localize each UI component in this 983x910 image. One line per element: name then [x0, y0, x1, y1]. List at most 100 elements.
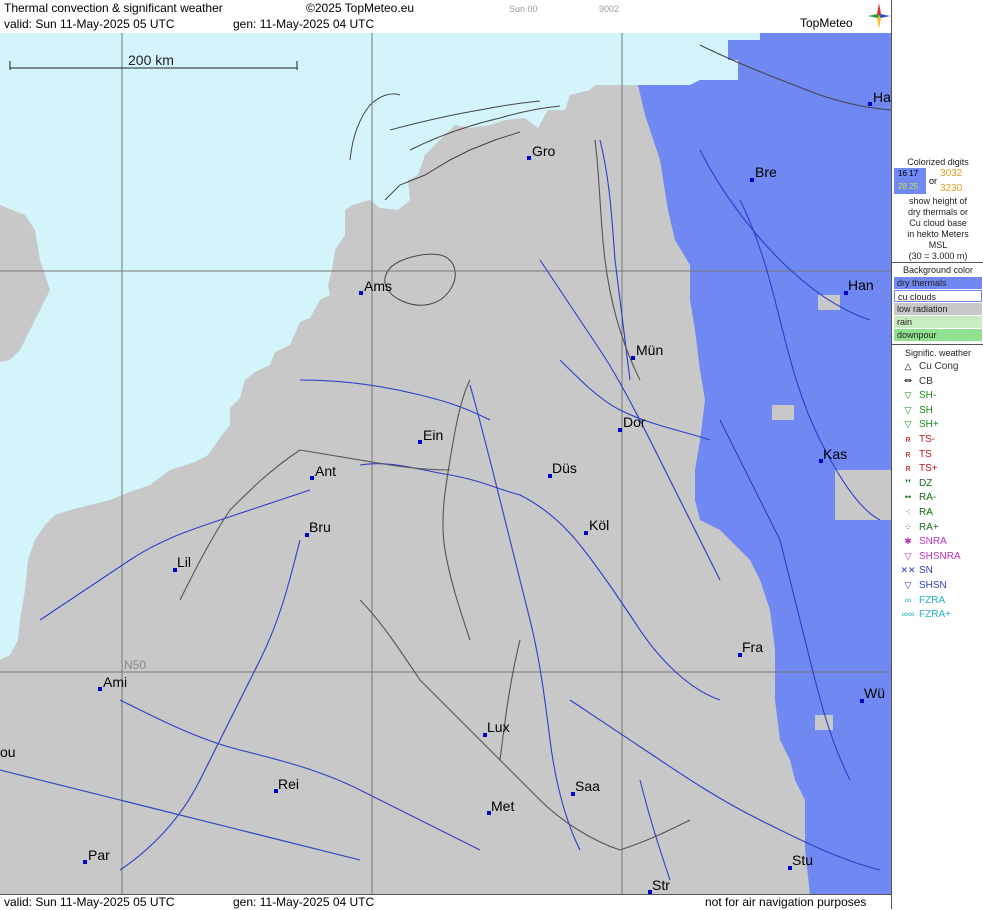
- weather-legend-label: SN: [919, 565, 933, 577]
- weather-legend-item: ▽ SHSN: [892, 579, 983, 592]
- weather-legend-item: ⏛ CB: [892, 375, 983, 388]
- weather-symbol-icon: ⏛: [903, 375, 913, 386]
- digits-swatch: 16 17 28 25: [894, 168, 926, 194]
- weather-legend-label: SH: [919, 404, 933, 416]
- weather-symbol-icon: ✕✕: [900, 565, 916, 576]
- city-marker: [527, 156, 531, 160]
- weather-legend-label: TS+: [919, 463, 938, 475]
- compass-icon: [868, 3, 890, 29]
- weather-symbol-icon: ∞: [904, 594, 912, 605]
- run-code: Sun 00: [509, 4, 538, 14]
- map-footer: valid: Sun 11-May-2025 05 UTC gen: 11-Ma…: [0, 894, 891, 910]
- city-label: Dor: [623, 414, 646, 430]
- weather-legend-label: SH-: [919, 390, 937, 402]
- weather-symbol-icon: ▽: [904, 580, 912, 590]
- air-navigation-disclaimer: not for air navigation purposes: [705, 895, 867, 909]
- weather-legend-item: ▽ SH+: [892, 418, 983, 431]
- weather-legend-label: CB: [919, 375, 933, 387]
- city-label: Gro: [532, 143, 556, 159]
- weather-legend-item: ▽ SHSNRA: [892, 550, 983, 563]
- latitude-label: N50: [124, 658, 146, 672]
- city-label: Met: [491, 798, 514, 814]
- city-marker: [631, 356, 635, 360]
- city-marker: [418, 440, 422, 444]
- weather-legend-label: Cu Cong: [919, 361, 959, 372]
- weather-legend-label: RA-: [919, 492, 937, 504]
- legend-panel: Colorized digits 16 17 28 25 or 3032 323…: [891, 0, 983, 909]
- city-label: Rei: [278, 776, 299, 792]
- weather-legend-item: ❜❜ DZ: [892, 477, 983, 490]
- weather-symbol-icon: ∞∞: [901, 609, 915, 620]
- city-label: Ams: [364, 278, 392, 294]
- weather-legend-label: FZRA: [919, 594, 946, 606]
- weather-symbol-icon: ❜❜: [905, 477, 911, 488]
- weather-symbol-icon: ⁘: [904, 521, 912, 532]
- weather-symbol-icon: ʀ: [905, 434, 911, 444]
- weather-map[interactable]: 200 km N50 Gro Bre Ha Ams Han Mün Dor Ein Kas Ant…: [0, 33, 891, 894]
- weather-symbol-icon: ʀ: [905, 463, 911, 474]
- city-marker: [98, 687, 102, 691]
- weather-symbol-icon: ʀ: [905, 448, 911, 459]
- city-marker: [750, 178, 754, 182]
- weather-legend-item: ⁘ RA+: [892, 521, 983, 534]
- city-label: Fra: [742, 639, 763, 655]
- city-label: Stu: [792, 852, 813, 868]
- valid-time: valid: Sun 11-May-2025 05 UTC: [4, 17, 175, 31]
- city-marker: [868, 102, 872, 106]
- weather-legend-item: ✱ SNRA: [892, 535, 983, 548]
- weather-legend-label: SH+: [919, 419, 939, 431]
- city-marker: [310, 476, 314, 480]
- weather-legend-label: TS-: [919, 434, 936, 445]
- significant-weather-title: Signific. weather: [904, 348, 972, 358]
- city-label: Bru: [309, 519, 331, 535]
- background-legend-item: dry thermals: [894, 277, 982, 289]
- city-label: Lux: [487, 719, 510, 735]
- topmeteo-logo[interactable]: TopMeteo: [800, 3, 890, 31]
- city-label: Ein: [423, 427, 443, 443]
- background-color-title: Background color: [902, 265, 974, 275]
- weather-symbol-icon: ⁖: [905, 507, 911, 517]
- logo-text: TopMeteo: [800, 16, 853, 30]
- weather-legend-label: DZ: [919, 477, 933, 489]
- city-label: Ant: [315, 463, 336, 479]
- city-label: Par: [88, 847, 110, 863]
- background-legend-item: cu clouds: [894, 290, 982, 302]
- product-code: 9002: [599, 4, 620, 14]
- weather-symbol-icon: ▽: [904, 419, 912, 430]
- weather-symbol-icon: ▽: [904, 550, 912, 561]
- weather-legend-item: ⁖ RA: [892, 506, 983, 519]
- map-canvas: 200 km N50 Gro Bre Ha Ams Han Mün Dor Ein Kas Ant…: [0, 33, 891, 894]
- footer-valid-time: valid: Sun 11-May-2025 05 UTC: [4, 895, 175, 909]
- city-label: Saa: [575, 778, 600, 794]
- background-legend-item: rain: [894, 316, 982, 328]
- city-marker: [584, 531, 588, 535]
- weather-legend-item: ▽ SH-: [892, 389, 983, 402]
- city-label: Bre: [755, 164, 777, 180]
- city-label: Düs: [552, 460, 577, 476]
- generated-time: gen: 11-May-2025 04 UTC: [233, 17, 375, 31]
- city-label: Ha: [873, 89, 891, 105]
- city-label: Mün: [636, 342, 663, 358]
- map-title: Thermal convection & significant weather: [4, 1, 223, 15]
- colorized-digits-title: Colorized digits: [907, 157, 969, 167]
- background-legend-item: downpour: [894, 329, 982, 341]
- weather-legend-label: TS: [919, 448, 932, 460]
- weather-legend-label: SHSN: [919, 580, 947, 591]
- city-label: ou: [0, 744, 16, 760]
- weather-legend-item: •• RA-: [892, 491, 983, 504]
- weather-symbol-icon: ✱: [904, 536, 912, 547]
- weather-legend-label: RA+: [919, 521, 939, 533]
- weather-symbol-icon: ▽: [904, 404, 912, 415]
- copyright: ©2025 TopMeteo.eu: [306, 1, 415, 15]
- weather-legend-item: ʀ TS-: [892, 433, 983, 446]
- weather-legend-label: SHSNRA: [919, 550, 961, 562]
- background-legend-item: low radiation: [894, 303, 982, 315]
- weather-symbol-icon: △: [904, 361, 912, 371]
- city-label: Ami: [103, 674, 127, 690]
- scale-label: 200 km: [128, 52, 174, 68]
- weather-legend-item: △ Cu Cong: [892, 360, 983, 373]
- city-label: Han: [848, 277, 874, 293]
- weather-symbol-icon: ••: [904, 492, 912, 503]
- footer-generated-time: gen: 11-May-2025 04 UTC: [233, 895, 375, 909]
- city-label: Str: [652, 877, 670, 893]
